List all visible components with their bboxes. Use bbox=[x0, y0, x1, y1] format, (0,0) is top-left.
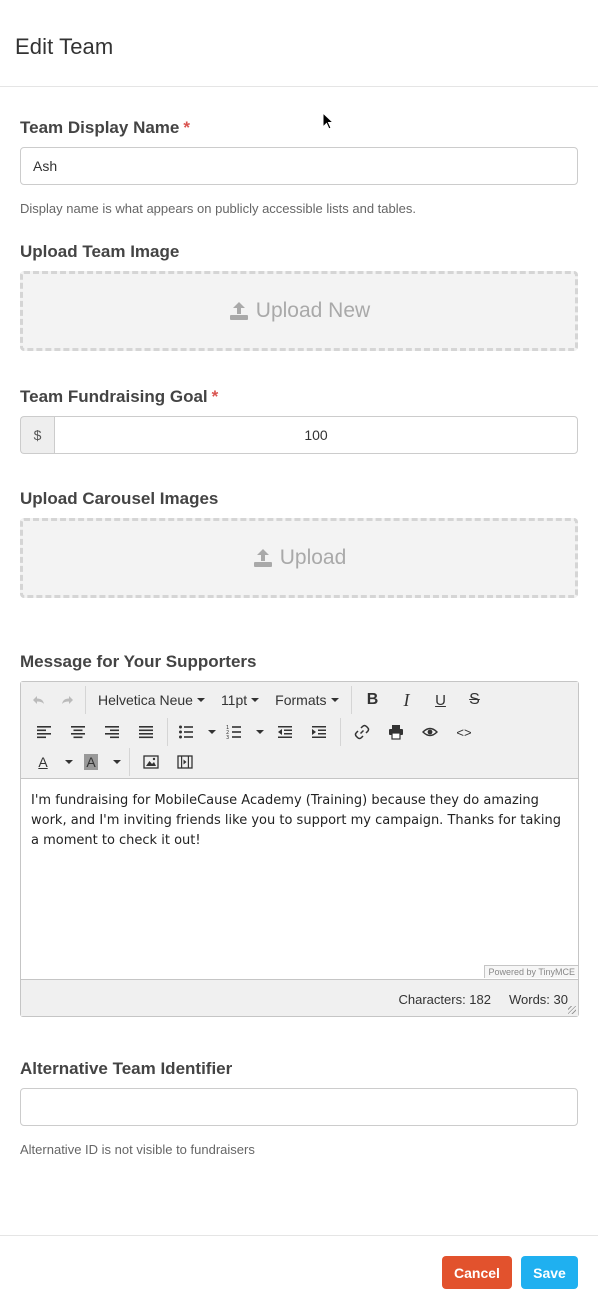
resize-handle-icon[interactable] bbox=[568, 1006, 576, 1014]
upload-icon bbox=[229, 302, 248, 320]
toolbar-separator bbox=[85, 686, 86, 714]
character-count: Characters: 182 bbox=[398, 992, 491, 1007]
modal-footer: Cancel Save bbox=[0, 1235, 598, 1310]
italic-button[interactable]: I bbox=[390, 686, 424, 714]
upload-label: Upload bbox=[279, 546, 347, 569]
formats-dropdown[interactable]: Formats bbox=[267, 686, 346, 714]
source-code-button[interactable]: <> bbox=[447, 718, 481, 746]
font-size-dropdown[interactable]: 11pt bbox=[213, 686, 267, 714]
undo-icon[interactable] bbox=[25, 686, 53, 714]
underline-button[interactable]: U bbox=[424, 686, 458, 714]
upload-new-label: Upload New bbox=[255, 299, 371, 322]
editor-toolbar: Helvetica Neue 11pt Formats B I U S 1 2 … bbox=[21, 682, 578, 779]
cancel-button[interactable]: Cancel bbox=[442, 1256, 512, 1289]
modal-title: Edit Team bbox=[15, 34, 114, 59]
display-name-label: Team Display Name * bbox=[20, 118, 190, 137]
goal-input-group: $ bbox=[20, 416, 578, 454]
upload-team-image-button[interactable]: Upload New bbox=[20, 271, 578, 351]
numbered-list-icon[interactable]: 123 bbox=[220, 718, 248, 746]
chevron-down-icon bbox=[113, 760, 121, 764]
rich-text-editor: Helvetica Neue 11pt Formats B I U S 1 2 … bbox=[20, 681, 579, 1017]
upload-icon bbox=[253, 549, 272, 567]
chevron-down-icon bbox=[196, 698, 205, 702]
editor-statusbar: Characters: 182 Words: 30 bbox=[21, 979, 578, 1016]
chevron-down-icon bbox=[330, 698, 339, 702]
carousel-label: Upload Carousel Images bbox=[20, 489, 219, 508]
redo-icon[interactable] bbox=[53, 686, 81, 714]
required-mark: * bbox=[211, 387, 219, 406]
indent-icon[interactable] bbox=[302, 718, 336, 746]
chevron-down-icon bbox=[65, 760, 73, 764]
outdent-icon[interactable] bbox=[268, 718, 302, 746]
message-label: Message for Your Supporters bbox=[20, 652, 257, 671]
bullet-list-icon[interactable] bbox=[172, 718, 200, 746]
toolbar-separator bbox=[350, 686, 352, 714]
preview-eye-icon[interactable] bbox=[413, 718, 447, 746]
media-icon[interactable] bbox=[168, 748, 202, 776]
mouse-cursor-icon bbox=[322, 112, 334, 130]
bullet-list-dropdown[interactable] bbox=[200, 718, 220, 746]
print-icon[interactable] bbox=[379, 718, 413, 746]
svg-text:3: 3 bbox=[226, 735, 229, 740]
display-name-help: Display name is what appears on publicly… bbox=[20, 201, 416, 216]
goal-label: Team Fundraising Goal * bbox=[20, 387, 219, 406]
align-center-icon[interactable] bbox=[61, 718, 95, 746]
modal-header: Edit Team bbox=[0, 0, 598, 87]
text-color-button[interactable]: A bbox=[29, 748, 57, 776]
powered-by-tinymce[interactable]: Powered by TinyMCE bbox=[484, 965, 578, 978]
team-image-label: Upload Team Image bbox=[20, 242, 180, 261]
numbered-list-dropdown[interactable] bbox=[248, 718, 268, 746]
editor-content[interactable]: I'm fundraising for MobileCause Academy … bbox=[21, 779, 578, 979]
strikethrough-button[interactable]: S bbox=[458, 686, 492, 714]
font-family-dropdown[interactable]: Helvetica Neue bbox=[90, 686, 213, 714]
upload-carousel-button[interactable]: Upload bbox=[20, 518, 578, 598]
chevron-down-icon bbox=[256, 730, 264, 734]
save-button[interactable]: Save bbox=[521, 1256, 578, 1289]
alt-identifier-help: Alternative ID is not visible to fundrai… bbox=[20, 1142, 255, 1157]
toolbar-row-1: Helvetica Neue 11pt Formats B I U S bbox=[25, 684, 492, 716]
goal-input[interactable] bbox=[54, 416, 578, 454]
alt-identifier-label: Alternative Team Identifier bbox=[20, 1059, 233, 1078]
align-right-icon[interactable] bbox=[95, 718, 129, 746]
bold-button[interactable]: B bbox=[356, 686, 390, 714]
word-count: Words: 30 bbox=[508, 992, 568, 1007]
display-name-input[interactable] bbox=[20, 147, 578, 185]
toolbar-separator bbox=[129, 748, 130, 776]
chevron-down-icon bbox=[251, 698, 260, 702]
image-icon[interactable] bbox=[134, 748, 168, 776]
background-color-dropdown[interactable] bbox=[105, 748, 125, 776]
toolbar-separator bbox=[167, 718, 168, 746]
link-icon[interactable] bbox=[345, 718, 379, 746]
toolbar-separator bbox=[340, 718, 341, 746]
background-color-button[interactable]: A bbox=[77, 748, 105, 776]
align-left-icon[interactable] bbox=[27, 718, 61, 746]
currency-addon: $ bbox=[20, 416, 54, 454]
text-color-dropdown[interactable] bbox=[57, 748, 77, 776]
required-mark: * bbox=[183, 118, 190, 137]
align-justify-icon[interactable] bbox=[129, 718, 163, 746]
toolbar-row-2: 123 <> bbox=[27, 716, 481, 748]
alt-identifier-input[interactable] bbox=[20, 1088, 578, 1126]
chevron-down-icon bbox=[208, 730, 216, 734]
toolbar-row-3: A A bbox=[29, 746, 202, 778]
